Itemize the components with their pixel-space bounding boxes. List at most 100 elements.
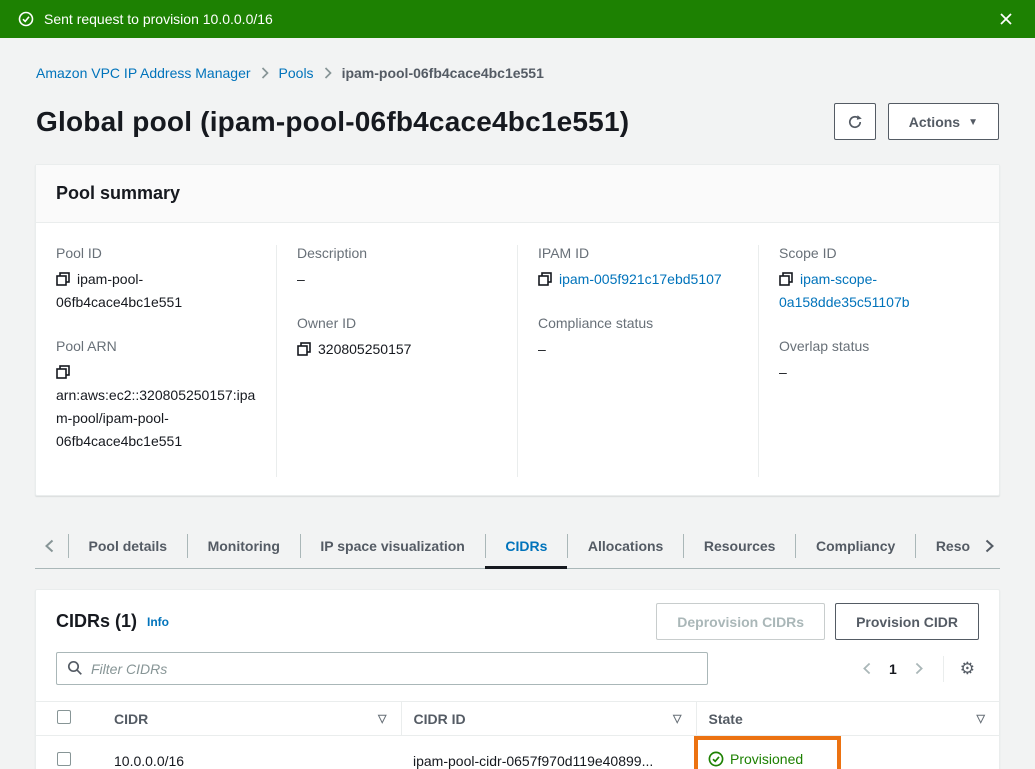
- cidrs-panel-header: CIDRs (1) Info Deprovision CIDRs Provisi…: [36, 590, 999, 650]
- tab-monitoring[interactable]: Monitoring: [188, 524, 300, 568]
- field-pool-id: Pool ID ipam-pool-06fb4cace4bc1e551: [56, 245, 256, 314]
- banner-close-button[interactable]: [995, 8, 1017, 30]
- chevron-right-icon: [261, 67, 269, 79]
- scope-id-link[interactable]: ipam-scope-0a158dde35c51107b: [779, 271, 910, 310]
- pagination-prev-button[interactable]: [855, 658, 879, 679]
- select-all-checkbox[interactable]: [57, 710, 71, 724]
- pool-summary-header: Pool summary: [36, 165, 999, 223]
- field-description-value: –: [297, 268, 497, 291]
- field-description: Description –: [297, 245, 497, 291]
- field-pool-id-value: ipam-pool-06fb4cace4bc1e551: [56, 271, 182, 310]
- summary-col-4: Scope ID ipam-scope-0a158dde35c51107b Ov…: [758, 245, 999, 477]
- chevron-left-icon: [45, 539, 54, 553]
- status-badge: Provisioned: [708, 751, 803, 767]
- breadcrumb-link-pools[interactable]: Pools: [279, 65, 314, 81]
- tab-resource-planning[interactable]: Reso: [916, 524, 973, 568]
- cell-state: Provisioned: [696, 736, 999, 769]
- copy-icon[interactable]: [538, 272, 552, 286]
- field-overlap-status-value: –: [779, 361, 979, 384]
- tabs-scroll-left-button[interactable]: [35, 524, 68, 568]
- filter-row: 1 ⚙: [36, 650, 999, 701]
- breadcrumb-link-ipam[interactable]: Amazon VPC IP Address Manager: [36, 65, 251, 81]
- actions-button-label: Actions: [909, 114, 960, 130]
- sort-icon[interactable]: ▽: [977, 712, 987, 725]
- chevron-right-icon: [915, 662, 923, 675]
- tabs-scroll-right-button[interactable]: [973, 524, 1000, 568]
- info-link[interactable]: Info: [147, 615, 169, 629]
- pagination-divider: [943, 656, 944, 682]
- copy-icon[interactable]: [56, 365, 70, 379]
- column-header-cidr-id[interactable]: CIDR ID ▽: [401, 702, 696, 736]
- page-title: Global pool (ipam-pool-06fb4cace4bc1e551…: [36, 106, 629, 138]
- copy-icon[interactable]: [779, 272, 793, 286]
- field-ipam-id-label: IPAM ID: [538, 245, 738, 261]
- cidrs-table: CIDR▽ CIDR ID ▽ State ▽ 10.0.0.0/16 ipam-p…: [36, 701, 999, 769]
- field-overlap-status-label: Overlap status: [779, 338, 979, 354]
- summary-col-3: IPAM ID ipam-005f921c17ebd5107 Complianc…: [517, 245, 758, 477]
- field-owner-id-value: 320805250157: [318, 341, 411, 357]
- cidrs-panel: CIDRs (1) Info Deprovision CIDRs Provisi…: [35, 589, 1000, 769]
- summary-col-1: Pool ID ipam-pool-06fb4cace4bc1e551 Pool…: [36, 245, 276, 477]
- provision-cidr-button[interactable]: Provision CIDR: [835, 603, 979, 640]
- status-badge-label: Provisioned: [730, 751, 803, 767]
- field-pool-arn-label: Pool ARN: [56, 338, 256, 354]
- actions-button[interactable]: Actions ▼: [888, 103, 999, 140]
- chevron-right-icon: [324, 67, 332, 79]
- tabs-bar: Pool details Monitoring IP space visuali…: [35, 524, 1000, 569]
- copy-icon[interactable]: [297, 342, 311, 356]
- column-header-state-label: State: [709, 711, 743, 727]
- field-ipam-id: IPAM ID ipam-005f921c17ebd5107: [538, 245, 738, 291]
- field-compliance-status: Compliance status –: [538, 315, 738, 361]
- field-description-label: Description: [297, 245, 497, 261]
- filter-cidrs-input[interactable]: [56, 652, 708, 685]
- pool-summary-body: Pool ID ipam-pool-06fb4cace4bc1e551 Pool…: [36, 223, 999, 495]
- pagination-next-button[interactable]: [907, 658, 931, 679]
- breadcrumb-current: ipam-pool-06fb4cace4bc1e551: [342, 65, 544, 81]
- deprovision-cidrs-button[interactable]: Deprovision CIDRs: [656, 603, 825, 640]
- cell-cidr-id: ipam-pool-cidr-0657f970d119e40899...: [401, 736, 696, 769]
- field-compliance-status-value: –: [538, 338, 738, 361]
- tab-cidrs[interactable]: CIDRs: [485, 524, 567, 568]
- sort-icon[interactable]: ▽: [673, 712, 683, 725]
- tab-allocations[interactable]: Allocations: [568, 524, 683, 568]
- field-pool-id-label: Pool ID: [56, 245, 256, 261]
- pagination-page[interactable]: 1: [883, 661, 903, 677]
- check-circle-icon: [708, 751, 724, 767]
- banner-message: Sent request to provision 10.0.0.0/16: [44, 11, 273, 27]
- tab-pool-details[interactable]: Pool details: [69, 524, 188, 568]
- column-header-state[interactable]: State ▽: [696, 702, 999, 736]
- field-overlap-status: Overlap status –: [779, 338, 979, 384]
- pagination: 1 ⚙: [855, 656, 979, 682]
- field-owner-id-label: Owner ID: [297, 315, 497, 331]
- check-circle-icon: [18, 11, 34, 27]
- tab-resources[interactable]: Resources: [684, 524, 796, 568]
- refresh-icon: [847, 114, 863, 130]
- table-header-row: CIDR▽ CIDR ID ▽ State ▽: [36, 702, 999, 736]
- tab-ip-space-visualization[interactable]: IP space visualization: [300, 524, 484, 568]
- column-header-cidr[interactable]: CIDR▽: [102, 702, 401, 736]
- chevron-left-icon: [863, 662, 871, 675]
- gear-icon: ⚙: [960, 659, 975, 678]
- field-owner-id: Owner ID 320805250157: [297, 315, 497, 361]
- chevron-right-icon: [985, 539, 994, 553]
- field-compliance-status-label: Compliance status: [538, 315, 738, 331]
- table-settings-button[interactable]: ⚙: [956, 657, 979, 681]
- sort-icon[interactable]: ▽: [378, 712, 388, 725]
- field-scope-id: Scope ID ipam-scope-0a158dde35c51107b: [779, 245, 979, 314]
- breadcrumb: Amazon VPC IP Address Manager Pools ipam…: [36, 65, 999, 81]
- field-pool-arn-value: arn:aws:ec2::320805250157:ipam-pool/ipam…: [56, 387, 255, 449]
- column-header-cidr-id-label: CIDR ID: [414, 711, 466, 727]
- copy-icon[interactable]: [56, 272, 70, 286]
- row-checkbox[interactable]: [57, 752, 71, 766]
- cell-cidr: 10.0.0.0/16: [102, 736, 401, 769]
- tab-compliancy[interactable]: Compliancy: [796, 524, 915, 568]
- refresh-button[interactable]: [834, 103, 876, 140]
- field-pool-arn: Pool ARN arn:aws:ec2::320805250157:ipam-…: [56, 338, 256, 453]
- search-icon: [67, 660, 83, 676]
- pool-summary-title: Pool summary: [56, 183, 180, 203]
- success-banner: Sent request to provision 10.0.0.0/16: [0, 0, 1035, 38]
- field-scope-id-label: Scope ID: [779, 245, 979, 261]
- ipam-id-link[interactable]: ipam-005f921c17ebd5107: [559, 271, 722, 287]
- table-row: 10.0.0.0/16 ipam-pool-cidr-0657f970d119e…: [36, 736, 999, 769]
- summary-col-2: Description – Owner ID 320805250157: [276, 245, 517, 477]
